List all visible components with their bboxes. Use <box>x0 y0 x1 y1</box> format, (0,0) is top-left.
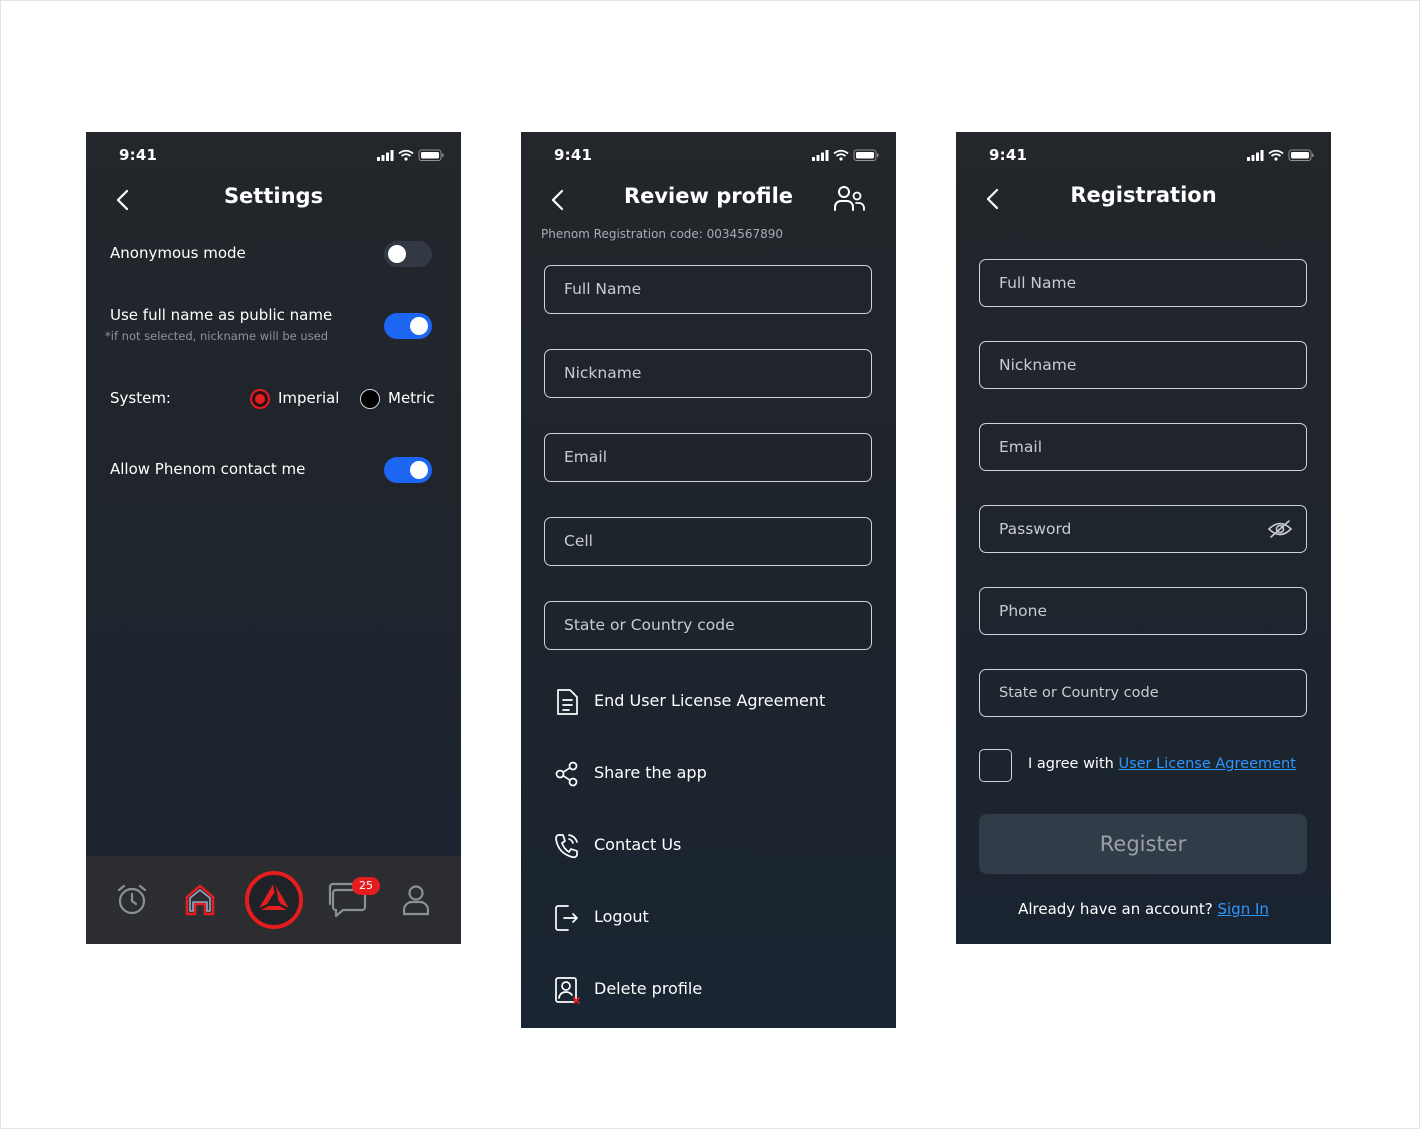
profile-icon[interactable] <box>401 883 431 917</box>
alarm-icon[interactable] <box>115 883 149 917</box>
system-label: System: <box>110 389 171 407</box>
full-name-field[interactable]: Full Name <box>979 259 1307 307</box>
registration-screen: 9:41 Registration Full Name Nickname Ema… <box>956 132 1331 944</box>
sign-in-link[interactable]: Sign In <box>1217 900 1268 918</box>
status-icons <box>812 149 879 161</box>
full-name-public-label: Use full name as public name <box>110 306 333 324</box>
status-bar: 9:41 <box>86 132 461 176</box>
page-title: Settings <box>223 184 324 208</box>
email-field[interactable]: Email <box>979 423 1307 471</box>
menu-item-eula[interactable]: End User License Agreement <box>553 687 873 717</box>
sign-in-prompt: Already have an account? Sign In <box>956 900 1331 918</box>
cell-field[interactable]: Cell <box>544 517 872 566</box>
toggle-knob <box>388 245 406 263</box>
register-button[interactable]: Register <box>979 814 1307 874</box>
messages-badge: 25 <box>352 877 380 895</box>
metric-radio[interactable] <box>360 389 380 409</box>
menu-item-label: Contact Us <box>594 835 682 854</box>
share-icon <box>555 761 578 787</box>
eye-off-icon[interactable] <box>1267 518 1293 540</box>
imperial-radio[interactable] <box>250 389 270 409</box>
registration-code: Phenom Registration code: 0034567890 <box>541 227 783 241</box>
menu-item-label: Logout <box>594 907 649 926</box>
allow-contact-toggle[interactable] <box>384 457 432 483</box>
full-name-public-toggle[interactable] <box>384 313 432 339</box>
menu-item-label: Delete profile <box>594 979 703 998</box>
status-time: 9:41 <box>554 146 593 164</box>
settings-screen: 9:41 Settings Anonymous mode Use full na… <box>86 132 461 944</box>
metric-label[interactable]: Metric <box>388 389 435 407</box>
agree-checkbox[interactable] <box>979 749 1012 782</box>
state-country-code-field[interactable]: State or Country code <box>544 601 872 650</box>
menu-item-label: End User License Agreement <box>594 691 826 710</box>
status-time: 9:41 <box>119 146 158 164</box>
review-profile-screen: 9:41 Review profile Phenom Registration … <box>521 132 896 1028</box>
status-bar: 9:41 <box>956 132 1331 176</box>
menu-item-label: Share the app <box>594 763 707 782</box>
menu-item-contact[interactable]: Contact Us <box>553 831 873 861</box>
status-time: 9:41 <box>989 146 1028 164</box>
logout-icon <box>555 905 578 931</box>
state-country-code-field[interactable]: State or Country code <box>979 669 1307 717</box>
bottom-tab-bar: 25 <box>86 856 461 944</box>
allow-contact-label: Allow Phenom contact me <box>110 460 306 478</box>
home-icon[interactable] <box>183 882 217 918</box>
menu-item-delete-profile[interactable]: Delete profile <box>553 975 873 1005</box>
users-icon[interactable] <box>834 185 868 213</box>
agree-prefix: I agree with <box>1028 756 1114 772</box>
email-field[interactable]: Email <box>544 433 872 482</box>
phenom-logo-icon[interactable] <box>243 869 305 931</box>
toggle-knob <box>410 317 428 335</box>
nickname-field[interactable]: Nickname <box>979 341 1307 389</box>
menu-item-logout[interactable]: Logout <box>553 903 873 933</box>
page-title: Registration <box>1070 183 1217 207</box>
delete-profile-icon <box>555 977 580 1004</box>
menu-item-share[interactable]: Share the app <box>553 759 873 789</box>
phone-field[interactable]: Phone <box>979 587 1307 635</box>
phone-call-icon <box>555 834 578 859</box>
full-name-public-hint: *if not selected, nickname will be used <box>105 329 329 343</box>
agree-text: I agree with User License Agreement <box>1028 756 1296 772</box>
anonymous-mode-label: Anonymous mode <box>110 244 246 262</box>
full-name-field[interactable]: Full Name <box>544 265 872 314</box>
have-account-text: Already have an account? <box>1018 900 1213 918</box>
document-icon <box>557 689 578 715</box>
nickname-field[interactable]: Nickname <box>544 349 872 398</box>
password-placeholder: Password <box>999 520 1072 538</box>
status-icons <box>377 149 444 161</box>
status-bar: 9:41 <box>521 132 896 176</box>
license-agreement-link[interactable]: User License Agreement <box>1118 756 1295 772</box>
anonymous-mode-toggle[interactable] <box>384 241 432 267</box>
status-icons <box>1247 149 1314 161</box>
imperial-label[interactable]: Imperial <box>278 389 339 407</box>
password-field[interactable]: Password <box>979 505 1307 553</box>
toggle-knob <box>410 461 428 479</box>
